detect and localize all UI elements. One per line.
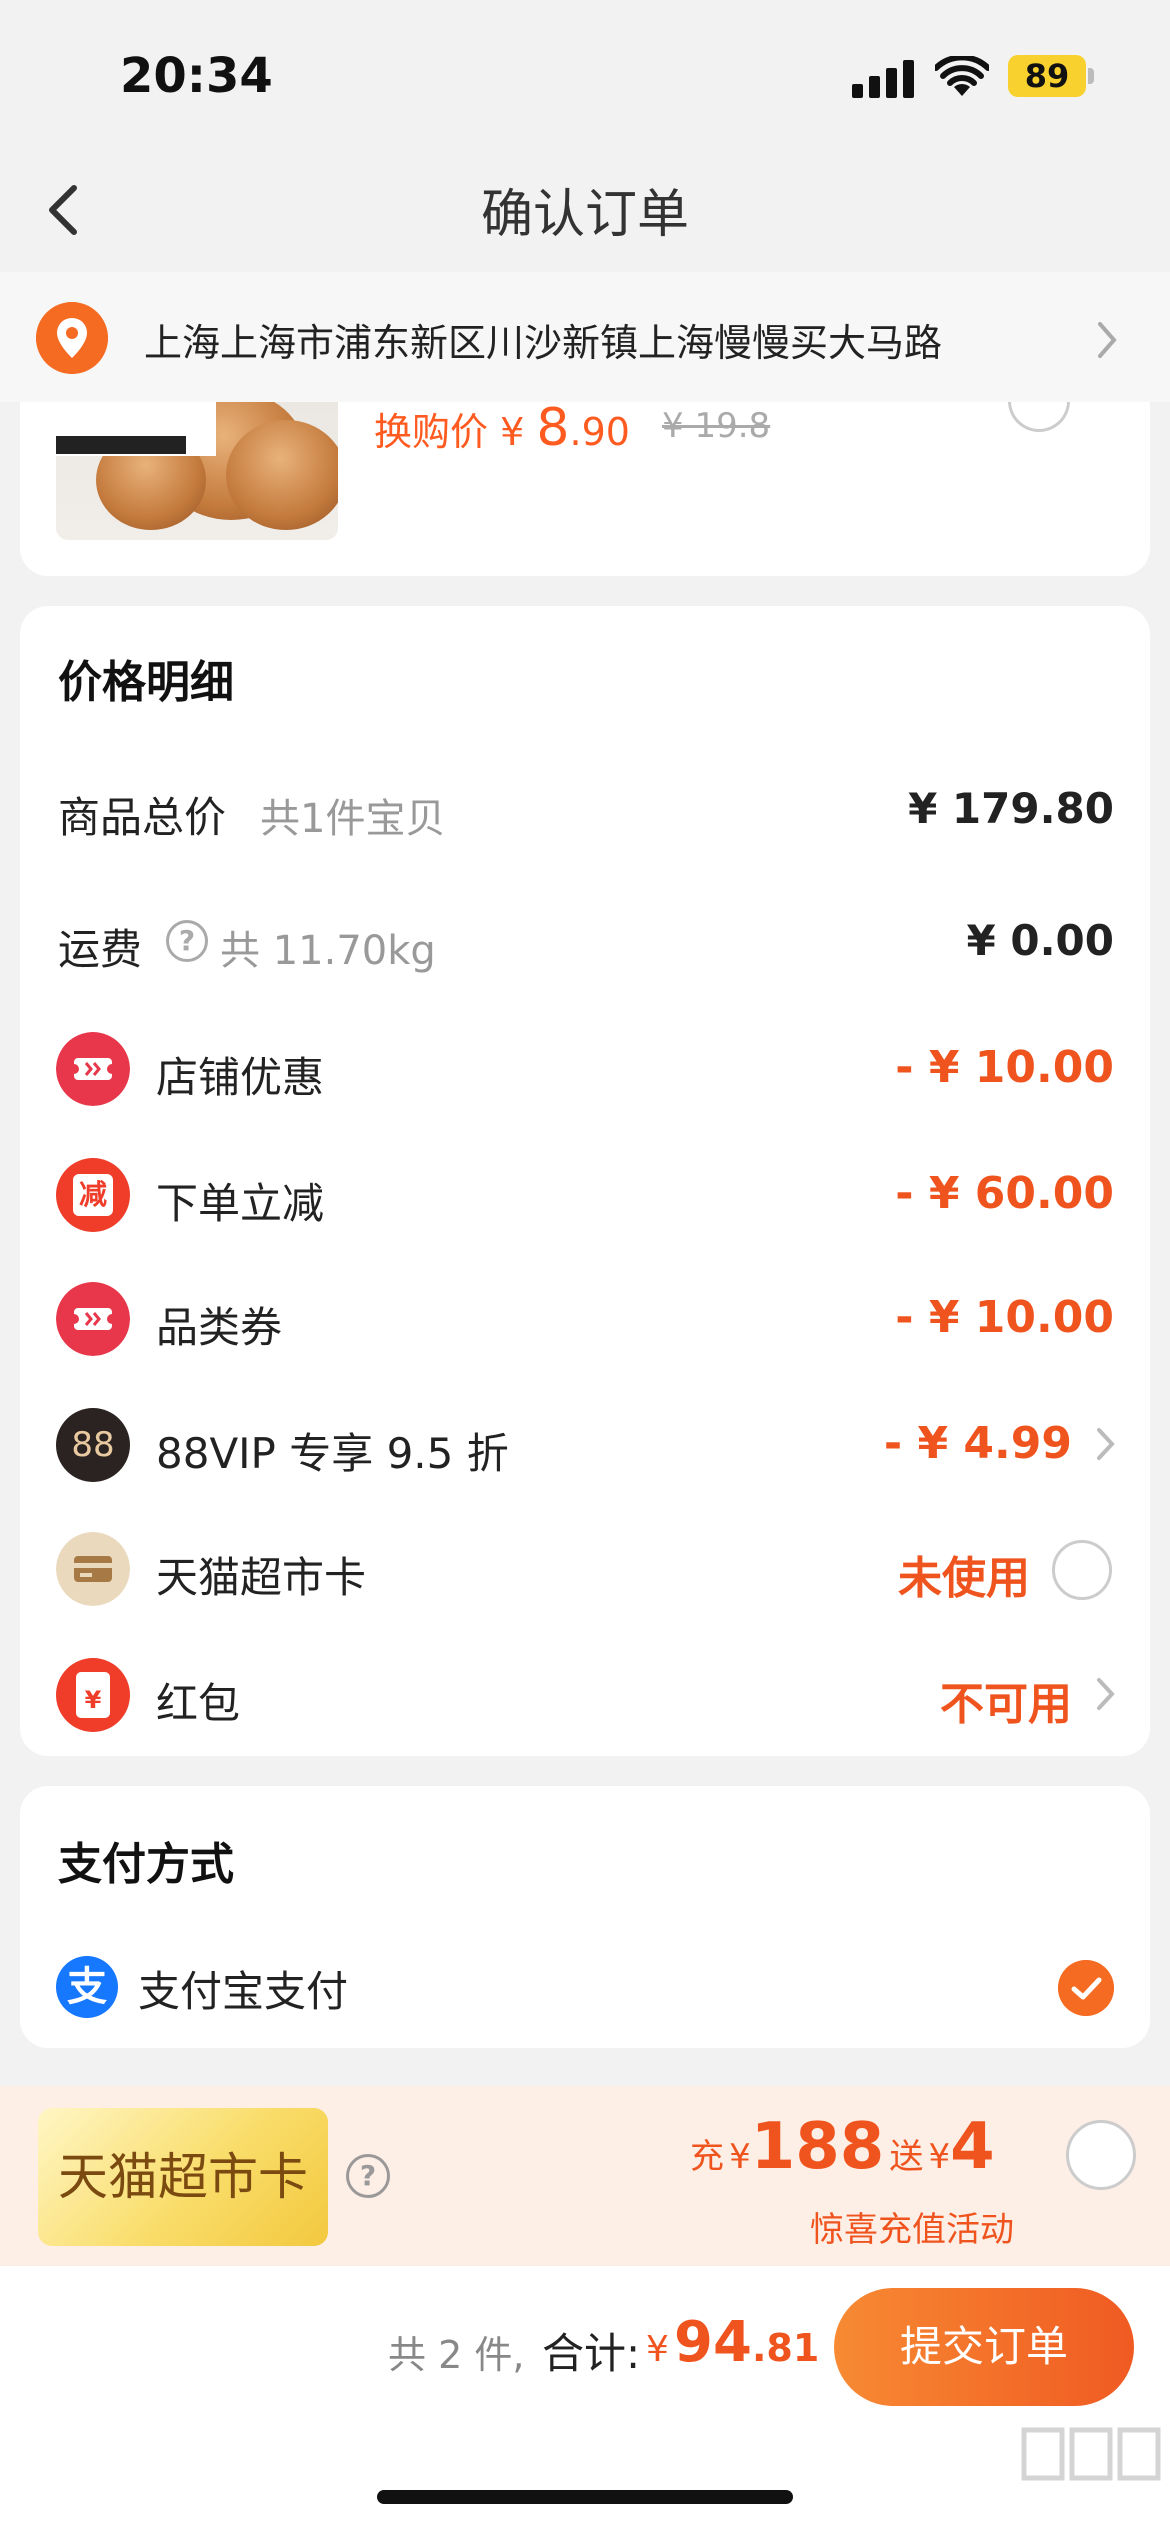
- total-label: 合计:: [542, 2329, 641, 2378]
- check-icon[interactable]: [1058, 1960, 1114, 2016]
- promo-offer: 充 ¥188 送 ¥4: [690, 2110, 995, 2184]
- subtotal-value: ¥ 179.80: [908, 784, 1114, 833]
- red-envelope-label: 红包: [156, 1679, 241, 1728]
- wifi-icon: [935, 56, 989, 96]
- submit-order-button[interactable]: 提交订单: [834, 2288, 1134, 2406]
- reduce-icon: 减: [56, 1158, 130, 1232]
- chevron-right-icon[interactable]: [1094, 1424, 1118, 1464]
- location-pin-icon: [36, 302, 108, 374]
- payment-title: 支付方式: [58, 1839, 234, 1890]
- vip88-icon: 88: [56, 1408, 130, 1482]
- category-coupon-label: 品类券: [156, 1303, 283, 1352]
- promo-radio[interactable]: [1066, 2120, 1136, 2190]
- category-coupon-value: - ¥ 10.00: [895, 1292, 1114, 1343]
- chevron-right-icon[interactable]: [1094, 1674, 1118, 1714]
- price-detail-title: 价格明细: [58, 657, 234, 708]
- alipay-icon: 支: [56, 1956, 118, 2018]
- item-count: 共 2 件,: [388, 2333, 525, 2377]
- subtotal-label: 商品总价: [58, 793, 227, 842]
- red-envelope-icon: ¥: [56, 1658, 130, 1732]
- original-price: ¥ 19.8: [662, 406, 771, 446]
- order-reduction-label: 下单立减: [156, 1179, 325, 1228]
- shipping-value: ¥ 0.00: [966, 916, 1114, 965]
- tmall-card-badge: 天猫超市卡: [38, 2108, 328, 2246]
- card-icon: [56, 1532, 130, 1606]
- battery-icon: 89: [1008, 55, 1086, 97]
- signal-icon: [852, 58, 916, 98]
- promo-subtitle: 惊喜充值活动: [810, 2210, 1014, 2250]
- vip-discount-value[interactable]: - ¥ 4.99: [884, 1418, 1072, 1469]
- page-title: 确认订单: [480, 185, 689, 245]
- vip-discount-label: 88VIP 专享 9.5 折: [156, 1429, 509, 1478]
- battery-cap: [1088, 68, 1094, 84]
- help-icon[interactable]: ?: [346, 2154, 390, 2198]
- total-price: ¥ 94.81: [646, 2310, 820, 2375]
- coupon-icon: [56, 1032, 130, 1106]
- help-icon[interactable]: ?: [166, 920, 208, 962]
- shipping-label: 运费: [58, 925, 143, 974]
- order-reduction-value: - ¥ 60.00: [895, 1168, 1114, 1219]
- store-discount-label: 店铺优惠: [156, 1053, 325, 1102]
- coupon-icon: [56, 1282, 130, 1356]
- watermark-logo: [1021, 2427, 1161, 2481]
- shipping-weight: 共 11.70kg: [220, 928, 436, 974]
- subtotal-count: 共1件宝贝: [260, 796, 446, 842]
- payment-method-label[interactable]: 支付宝支付: [138, 1958, 348, 2019]
- status-time: 20:34: [120, 48, 273, 104]
- tmall-card-label: 天猫超市卡: [156, 1553, 367, 1602]
- chevron-right-icon: [1098, 322, 1117, 358]
- swap-price: 换购价 ¥ 8.90: [374, 398, 630, 458]
- tmall-card-status: 未使用: [898, 1553, 1030, 1604]
- tmall-card-radio[interactable]: [1052, 1540, 1112, 1600]
- store-discount-value: - ¥ 10.00: [895, 1042, 1114, 1093]
- address-text: 上海上海市浦东新区川沙新镇上海慢慢买大马路: [144, 321, 943, 365]
- product-package-band: [56, 436, 186, 454]
- home-indicator: [377, 2490, 793, 2504]
- red-envelope-status[interactable]: 不可用: [940, 1668, 1072, 1732]
